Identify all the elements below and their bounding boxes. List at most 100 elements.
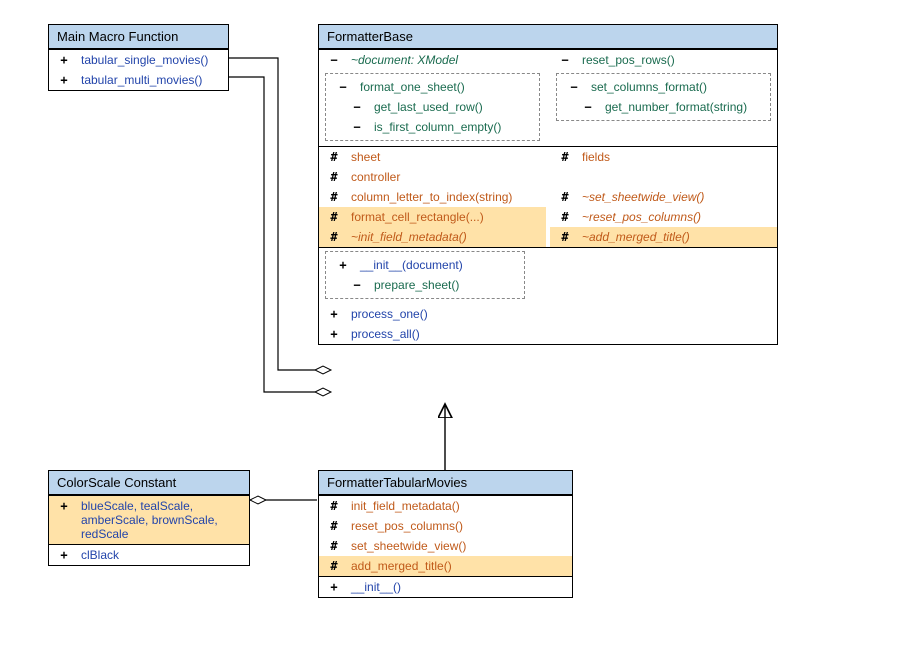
member-label: ~add_merged_title() [582,230,769,244]
public-section: + __init__(document) − prepare_sheet() +… [319,247,777,344]
visibility-icon: + [327,580,341,594]
member-row: − is_first_column_empty() [328,117,537,137]
member-label: process_one() [351,307,769,321]
visibility-icon: + [336,258,350,272]
member-label: blueScale, tealScale, amberScale, brownS… [81,499,241,541]
class-formatter-base: FormatterBase − ~document: XModel − form… [318,24,778,345]
protected-section: # sheet # controller # column_letter_to_index… [319,146,777,247]
visibility-icon: − [336,80,350,94]
visibility-icon: + [327,327,341,341]
class-title: FormatterTabularMovies [319,471,572,495]
member-row: + blueScale, tealScale, amberScale, brow… [49,496,249,544]
class-formatter-tabular-movies: FormatterTabularMovies # init_field_metad… [318,470,573,598]
member-row: # ~reset_pos_columns() [550,207,777,227]
visibility-icon: − [567,80,581,94]
visibility-icon: # [327,150,341,164]
visibility-icon: + [57,499,71,513]
member-label: add_merged_title() [351,559,564,573]
member-row: + tabular_multi_movies() [49,70,228,90]
visibility-icon: # [327,519,341,533]
member-label: set_sheetwide_view() [351,539,564,553]
visibility-icon: # [327,559,341,573]
member-label: get_last_used_row() [374,100,529,114]
member-label: format_cell_rectangle(...) [351,210,538,224]
class-colorscale: ColorScale Constant + blueScale, tealSca… [48,470,250,566]
member-row: # set_sheetwide_view() [319,536,572,556]
member-label: tabular_multi_movies() [81,73,220,87]
method-group: − format_one_sheet() − get_last_used_row… [325,73,540,141]
visibility-icon: # [327,210,341,224]
member-label: tabular_single_movies() [81,53,220,67]
col-right: − reset_pos_rows() − set_columns_format(… [550,50,777,146]
member-label: ~set_sheetwide_view() [582,190,769,204]
member-row: # controller [319,167,546,187]
member-label: __init__() [351,580,564,594]
class-title: ColorScale Constant [49,471,249,495]
visibility-icon: − [581,100,595,114]
member-label: controller [351,170,538,184]
method-group: + __init__(document) − prepare_sheet() [325,251,525,299]
col-right: #fields#x#~set_sheetwide_view()#~reset_p… [550,147,777,247]
member-section: + blueScale, tealScale, amberScale, brow… [49,495,249,544]
visibility-icon: # [558,190,572,204]
member-row: − set_columns_format() [559,77,768,97]
member-row: # add_merged_title() [319,556,572,576]
member-section: + clBlack [49,544,249,565]
member-label: ~reset_pos_columns() [582,210,769,224]
visibility-icon: # [327,539,341,553]
member-label: __init__(document) [360,258,514,272]
visibility-icon: − [327,53,341,67]
visibility-icon: + [57,548,71,562]
private-section: − ~document: XModel − format_one_sheet()… [319,49,777,146]
col-left: − ~document: XModel − format_one_sheet()… [319,50,546,146]
member-row: + __init__() [319,577,572,597]
class-title: Main Macro Function [49,25,228,49]
visibility-icon: # [327,190,341,204]
member-row: − format_one_sheet() [328,77,537,97]
member-row: − get_number_format(string) [559,97,768,117]
member-row: − reset_pos_rows() [550,50,777,70]
visibility-icon: # [558,230,572,244]
method-group: − set_columns_format() − get_number_form… [556,73,771,121]
member-row: + tabular_single_movies() [49,50,228,70]
member-label: reset_pos_columns() [351,519,564,533]
member-row: # sheet [319,147,546,167]
visibility-icon: − [350,278,364,292]
member-row: + clBlack [49,545,249,565]
visibility-icon: + [57,73,71,87]
member-label: get_number_format(string) [605,100,760,114]
member-label: column_letter_to_index(string) [351,190,538,204]
member-label: prepare_sheet() [374,278,514,292]
col-left: # sheet # controller # column_letter_to_index… [319,147,546,247]
member-row: # ~add_merged_title() [550,227,777,247]
member-row: − ~document: XModel [319,50,546,70]
member-label: fields [582,150,769,164]
member-section: + tabular_single_movies() + tabular_mult… [49,49,228,90]
visibility-icon: − [350,100,364,114]
member-row: − prepare_sheet() [328,275,522,295]
visibility-icon: # [558,210,572,224]
member-row: #~init_field_metadata() [319,227,546,247]
member-label: init_field_metadata() [351,499,564,513]
protected-section: # init_field_metadata() # reset_pos_columns… [319,495,572,576]
member-row: # init_field_metadata() [319,496,572,516]
visibility-icon: + [57,53,71,67]
visibility-icon: # [327,170,341,184]
member-row: # column_letter_to_index(string) [319,187,546,207]
member-row: + process_all() [319,324,777,344]
member-label: sheet [351,150,538,164]
member-row: #fields [550,147,777,167]
member-label: reset_pos_rows() [582,53,769,67]
member-row: − get_last_used_row() [328,97,537,117]
visibility-icon: # [327,499,341,513]
member-label: ~init_field_metadata() [351,230,538,244]
class-title: FormatterBase [319,25,777,49]
public-section: + __init__() [319,576,572,597]
member-row: + process_one() [319,304,777,324]
member-label: process_all() [351,327,769,341]
class-main-macro: Main Macro Function + tabular_single_mov… [48,24,229,91]
member-label: format_one_sheet() [360,80,529,94]
member-label: is_first_column_empty() [374,120,529,134]
member-label: set_columns_format() [591,80,760,94]
member-label: clBlack [81,548,241,562]
